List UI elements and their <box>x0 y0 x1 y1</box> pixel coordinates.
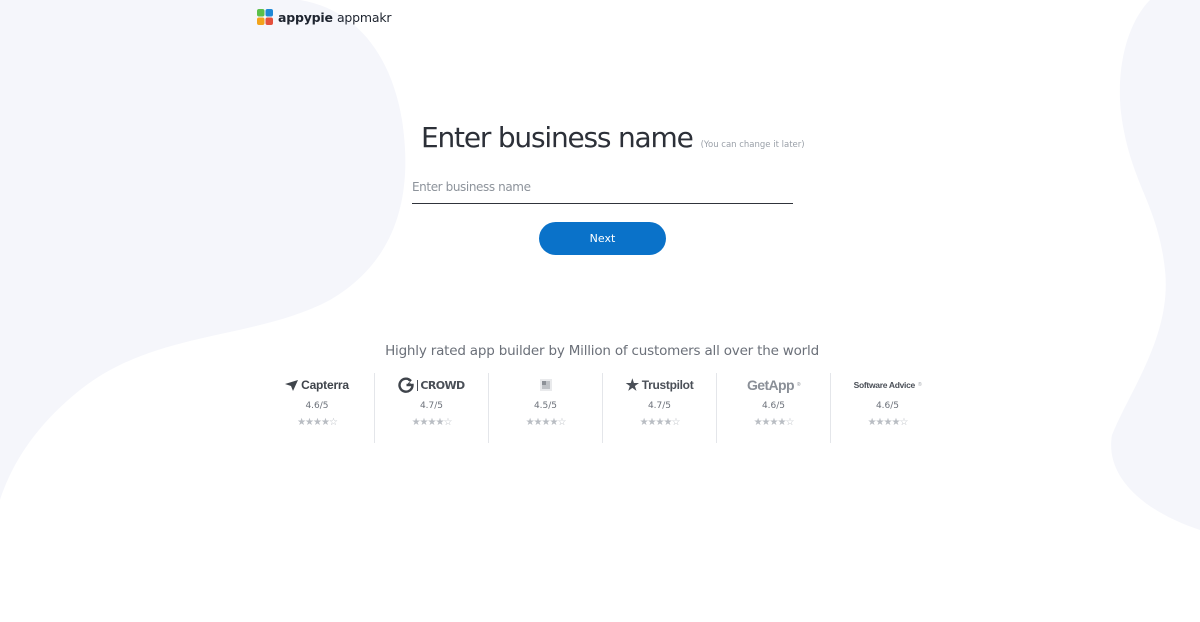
business-name-input[interactable] <box>412 175 793 204</box>
appypie-logo-icon <box>257 9 273 25</box>
square-logo <box>539 373 553 397</box>
next-button[interactable]: Next <box>539 222 666 255</box>
rating-score: 4.5/5 <box>533 401 558 411</box>
rating-score: 4.6/5 <box>875 401 900 411</box>
rating-stars: ★★★★☆ <box>297 417 338 428</box>
software-advice-logo: Software Advice ® <box>853 380 922 390</box>
square-logo-icon <box>539 379 552 391</box>
ratings-tagline: Highly rated app builder by Million of c… <box>385 343 819 359</box>
rating-score: 4.7/5 <box>647 401 672 411</box>
ratings-row: Capterra 4.6/5 ★★★★☆ 2 CROWD 4.7/5 ★★★★☆ <box>260 373 946 443</box>
rating-software-advice: Software Advice ® 4.6/5 ★★★★☆ <box>830 373 944 443</box>
rating-score: 4.6/5 <box>761 401 786 411</box>
rating-stars: ★★★★☆ <box>411 417 453 428</box>
rating-stars: ★★★★☆ <box>525 417 567 428</box>
logo-text: appypie appmakr <box>278 9 392 25</box>
form-heading: Enter business name (You can change it l… <box>421 120 805 156</box>
rating-score: 4.7/5 <box>419 401 444 411</box>
rating-stars: ★★★★☆ <box>867 417 909 428</box>
rating-stars: ★★★★☆ <box>753 417 795 428</box>
g2crowd-logo: 2 CROWD <box>398 373 465 397</box>
getapp-logo: GetApp ® <box>746 377 801 393</box>
appypie-logo[interactable]: appypie appmakr <box>256 7 391 27</box>
trustpilot-logo: ★ Trustpilot <box>625 377 694 394</box>
star-icon: ★ <box>625 377 639 394</box>
rating-g2crowd: 2 CROWD 4.7/5 ★★★★☆ <box>374 373 488 443</box>
capterra-arrow-icon <box>285 379 299 391</box>
rating-capterra: Capterra 4.6/5 ★★★★☆ <box>260 373 374 443</box>
page-title: Enter business name <box>421 121 694 154</box>
rating-score: 4.6/5 <box>305 401 329 411</box>
capterra-logo: Capterra <box>285 373 349 397</box>
rating-third: 4.5/5 ★★★★☆ <box>488 373 602 443</box>
title-hint: (You can change it later) <box>700 140 805 150</box>
rating-getapp: GetApp ® 4.6/5 ★★★★☆ <box>716 373 830 443</box>
rating-trustpilot: ★ Trustpilot 4.7/5 ★★★★☆ <box>602 373 716 443</box>
g2-icon: 2 <box>398 377 415 393</box>
rating-stars: ★★★★☆ <box>639 417 681 428</box>
